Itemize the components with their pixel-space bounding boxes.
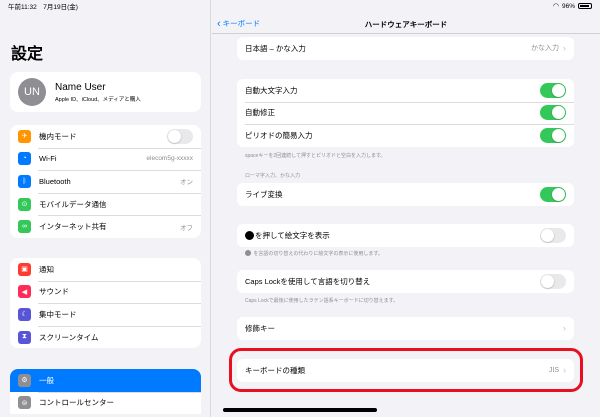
caps-lock-footer: Caps Lockで最後に使用したラテン語系キーボードに切り替えます。 [245, 298, 399, 304]
sidebar-item-notifications[interactable]: ▣ 通知 [10, 258, 201, 281]
auto-correction-label: 自動修正 [245, 108, 275, 118]
romaji-section-header: ローマ字入力、かな入力 [245, 173, 301, 179]
chevron-right-icon: › [563, 43, 566, 54]
caps-lock-group: Caps Lockを使用して言語を切り替え [237, 270, 574, 293]
sidebar-item-general[interactable]: ⚙ 一般 [10, 369, 201, 392]
cellular-icon: ⊙ [18, 197, 31, 211]
navigation-bar: ‹ キーボード ハードウェアキーボード [212, 16, 600, 34]
sound-icon: ◀ [18, 285, 31, 299]
bluetooth-value: オン [180, 179, 193, 187]
caps-lock-row: Caps Lockを使用して言語を切り替え [237, 270, 574, 293]
kana-input-row[interactable]: 日本語 – かな入力 かな入力 › [237, 37, 574, 60]
sidebar-item-hotspot[interactable]: ∞ インターネット共有 オフ [10, 215, 201, 238]
live-conversion-row: ライブ変換 [237, 183, 574, 206]
sidebar-item-label: 一般 [39, 375, 54, 385]
screen-time-icon: ⧗ [18, 330, 31, 344]
period-shortcut-label: ピリオドの簡易入力 [245, 130, 313, 140]
bluetooth-icon: ᛒ [18, 174, 31, 188]
highlight-annotation [229, 348, 583, 392]
airplane-mode-toggle[interactable] [167, 128, 193, 144]
wifi-icon: ◔ [18, 152, 31, 166]
apple-id-profile[interactable]: UN Name User Apple ID、iCloud、メディアと購入 [10, 72, 201, 112]
home-indicator [223, 408, 377, 412]
sidebar-item-cellular[interactable]: ⊙ モバイルデータ通信 [10, 192, 201, 216]
sidebar-item-label: 通知 [39, 264, 54, 274]
auto-capitalization-row: 自動大文字入力 [237, 79, 574, 102]
globe-icon [245, 230, 254, 240]
battery-icon [578, 3, 592, 9]
live-conversion-group: ライブ変換 [237, 183, 574, 206]
profile-subtitle: Apple ID、iCloud、メディアと購入 [55, 96, 141, 103]
modifier-keys-group: 修飾キー › [237, 317, 574, 340]
sidebar-item-label: コントロールセンター [39, 398, 114, 408]
status-bar: 午前11:32 7月19日(金) ◠ 96% [0, 0, 600, 12]
globe-emoji-toggle[interactable] [540, 227, 566, 243]
sidebar-item-wifi[interactable]: ◔ Wi-Fi elecom5g-xxxxx [10, 147, 201, 171]
modifier-keys-row[interactable]: 修飾キー › [237, 317, 574, 340]
battery-percent: 96% [561, 2, 575, 10]
caps-lock-toggle[interactable] [540, 273, 566, 289]
chevron-right-icon: › [563, 323, 566, 334]
period-shortcut-toggle[interactable] [540, 127, 566, 143]
focus-moon-icon: ☾ [18, 307, 31, 321]
control-center-icon: ⊜ [18, 396, 31, 410]
globe-icon [245, 250, 251, 256]
sidebar-item-bluetooth[interactable]: ᛒ Bluetooth オン [10, 170, 201, 193]
modifier-keys-label: 修飾キー [245, 323, 275, 333]
live-conversion-toggle[interactable] [540, 186, 566, 202]
sidebar-item-control-center[interactable]: ⊜ コントロールセンター [10, 391, 201, 415]
sidebar-item-label: モバイルデータ通信 [39, 199, 107, 209]
sidebar-item-label: Bluetooth [39, 176, 71, 186]
sidebar-group-connectivity: ✈ 機内モード ◔ Wi-Fi elecom5g-xxxxx ᛒ Bluetoo… [10, 125, 201, 238]
sidebar-item-label: 機内モード [39, 131, 77, 141]
globe-emoji-label: を押して絵文字を表示 [255, 230, 330, 240]
hotspot-value: オフ [180, 224, 193, 232]
globe-emoji-group: を押して絵文字を表示 [237, 224, 574, 247]
wifi-network-value: elecom5g-xxxxx [146, 155, 193, 163]
auto-correction-row: 自動修正 [237, 101, 574, 125]
hotspot-icon: ∞ [18, 220, 31, 234]
auto-capitalization-toggle[interactable] [540, 82, 566, 98]
wifi-status-icon: ◠ [552, 3, 559, 10]
auto-correction-toggle[interactable] [540, 105, 566, 121]
sidebar-group-notifications: ▣ 通知 ◀ サウンド ☾ 集中モード ⧗ スクリーンタイム [10, 258, 201, 349]
period-footer: spaceキーを2回連続して押すとピリオドと空白を入力します。 [245, 153, 386, 159]
caps-lock-label: Caps Lockを使用して言語を切り替え [245, 276, 371, 286]
sidebar-item-focus[interactable]: ☾ 集中モード [10, 303, 201, 326]
hardware-keyboard-pane: ‹ キーボード ハードウェアキーボード 日本語 – かな入力 かな入力 › 自動… [212, 0, 600, 417]
sidebar-group-general: ⚙ 一般 ⊜ コントロールセンター [10, 369, 201, 415]
sidebar-item-label: スクリーンタイム [39, 332, 99, 342]
sidebar-item-label: Wi-Fi [39, 154, 57, 164]
status-time-date: 午前11:32 7月19日(金) [8, 4, 78, 11]
sidebar-item-label: インターネット共有 [39, 222, 107, 232]
sidebar-item-label: 集中モード [39, 309, 77, 319]
status-right: ◠ 96% [553, 2, 592, 10]
globe-footer: を言語の切り替えの代わりに絵文字の表示に使用します。 [245, 250, 383, 257]
globe-emoji-row: を押して絵文字を表示 [237, 224, 574, 247]
page-title: ハードウェアキーボード [364, 20, 448, 29]
auto-capitalization-label: 自動大文字入力 [245, 85, 298, 95]
kana-input-label: 日本語 – かな入力 [245, 43, 306, 53]
sidebar-title: 設定 [11, 46, 44, 63]
settings-sidebar: 設定 UN Name User Apple ID、iCloud、メディアと購入 … [0, 0, 211, 417]
period-shortcut-row: ピリオドの簡易入力 [237, 124, 574, 147]
gear-icon: ⚙ [18, 373, 31, 387]
globe-footer-text: を言語の切り替えの代わりに絵文字の表示に使用します。 [253, 251, 383, 257]
kana-input-group: 日本語 – かな入力 かな入力 › [237, 37, 574, 60]
live-conversion-label: ライブ変換 [245, 189, 283, 199]
airplane-icon: ✈ [18, 129, 31, 143]
sidebar-item-label: サウンド [39, 287, 69, 297]
sidebar-item-screen-time[interactable]: ⧗ スクリーンタイム [10, 325, 201, 349]
notifications-icon: ▣ [18, 262, 31, 276]
kana-input-value: かな入力 [531, 45, 559, 53]
sidebar-item-sound[interactable]: ◀ サウンド [10, 280, 201, 304]
sidebar-item-airplane-mode[interactable]: ✈ 機内モード [10, 125, 201, 148]
auto-options-group: 自動大文字入力 自動修正 ピリオドの簡易入力 [237, 79, 574, 147]
avatar: UN [18, 78, 46, 106]
profile-name: Name User [55, 81, 106, 93]
